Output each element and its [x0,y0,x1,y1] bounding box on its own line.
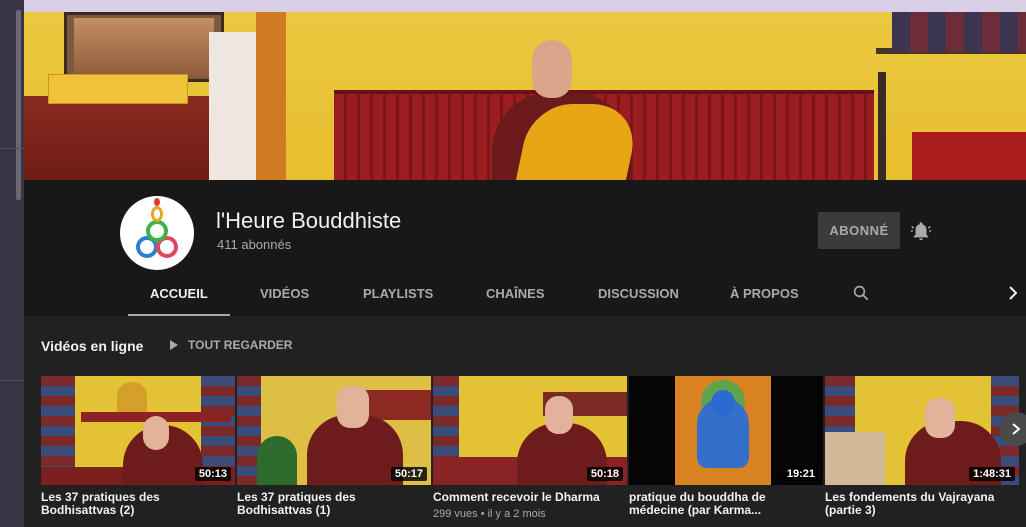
video-thumbnail[interactable]: 50:13 [41,376,235,485]
play-all-label: TOUT REGARDER [188,338,293,352]
video-title[interactable]: Les 37 pratiques des Bodhisattvas (2) [41,491,227,517]
video-thumbnail[interactable]: 19:21 [629,376,823,485]
video-duration: 1:48:31 [969,467,1015,481]
tab-videos[interactable]: VIDÉOS [260,282,309,316]
video-card[interactable]: 19:21 pratique du bouddha de médecine (p… [629,376,823,517]
scrollbar-thumb[interactable] [16,10,21,200]
subscriber-count: 411 abonnés [217,237,292,252]
chevron-right-icon [1012,423,1021,435]
shelf-next-button[interactable] [999,412,1026,446]
video-meta: 299 vues • il y a 2 mois [433,508,546,520]
channel-header: l'Heure Bouddhiste 411 abonnés ABONNÉ [24,180,1026,282]
tab-chaines[interactable]: CHAÎNES [486,282,545,316]
chevron-right-icon[interactable] [1006,285,1020,301]
video-card[interactable]: 50:18 Comment recevoir le Dharma 299 vue… [433,376,627,520]
video-card[interactable]: 50:13 Les 37 pratiques des Bodhisattvas … [41,376,235,517]
play-icon [170,340,178,350]
section-title: Vidéos en ligne [41,338,144,354]
tab-a-propos[interactable]: À PROPOS [730,282,799,316]
left-sidebar-strip [0,0,24,527]
video-card[interactable]: 1:48:31 Les fondements du Vajrayana (par… [825,376,1019,517]
video-thumbnail[interactable]: 50:17 [237,376,431,485]
video-thumbnail[interactable]: 1:48:31 [825,376,1019,485]
subscribed-button[interactable]: ABONNÉ [818,212,900,249]
video-title[interactable]: Les fondements du Vajrayana (partie 3) [825,491,1011,517]
channel-banner [24,12,1026,180]
divider [0,380,24,381]
channel-avatar[interactable] [120,196,194,270]
tab-accueil[interactable]: ACCUEIL [128,282,230,316]
youtube-channel-page: l'Heure Bouddhiste 411 abonnés ABONNÉ AC… [24,12,1026,527]
video-duration: 50:13 [194,467,231,481]
video-card[interactable]: 50:17 Les 37 pratiques des Bodhisattvas … [237,376,431,517]
play-all-button[interactable]: TOUT REGARDER [170,338,292,352]
video-title[interactable]: pratique du bouddha de médecine (par Kar… [629,491,815,517]
channel-name: l'Heure Bouddhiste [216,208,402,233]
bell-icon[interactable] [910,220,932,242]
video-title[interactable]: Les 37 pratiques des Bodhisattvas (1) [237,491,423,517]
video-duration: 50:17 [390,467,427,481]
search-icon[interactable] [852,284,870,302]
video-thumbnail[interactable]: 50:18 [433,376,627,485]
video-title[interactable]: Comment recevoir le Dharma [433,491,619,504]
channel-tabs: ACCUEIL VIDÉOS PLAYLISTS CHAÎNES DISCUSS… [24,282,1026,316]
divider [0,148,24,149]
tab-playlists[interactable]: PLAYLISTS [363,282,433,316]
video-duration: 50:18 [586,467,623,481]
tab-discussion[interactable]: DISCUSSION [598,282,679,316]
video-duration: 19:21 [782,467,819,481]
